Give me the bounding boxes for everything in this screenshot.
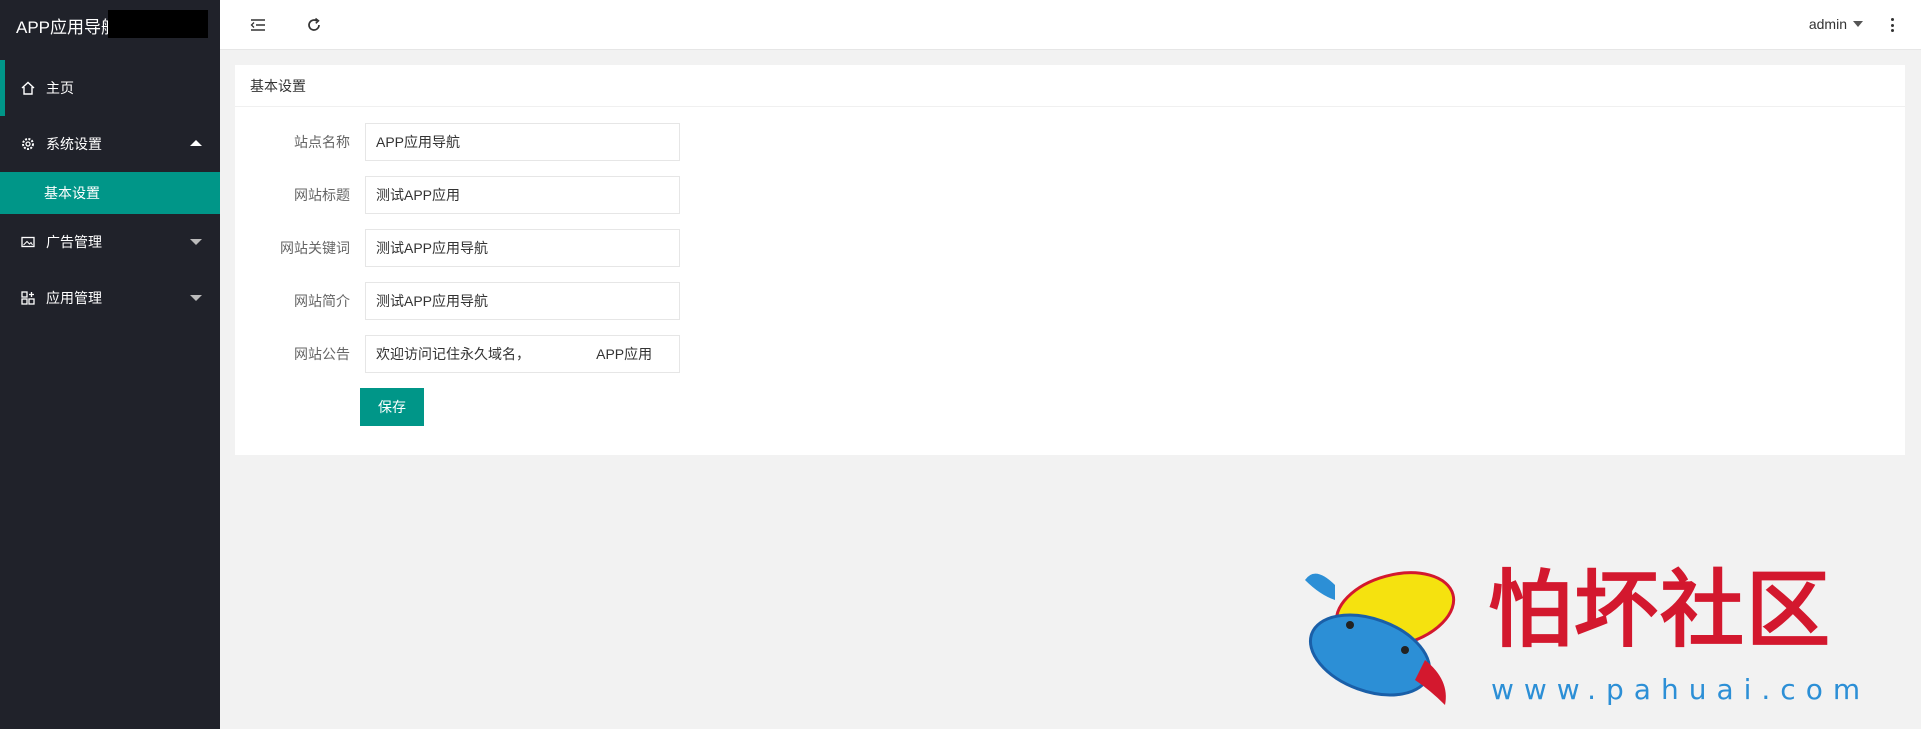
apps-icon — [20, 290, 36, 306]
save-button[interactable]: 保存 — [360, 388, 424, 426]
sidebar-item-label: 应用管理 — [46, 290, 102, 306]
chevron-up-icon — [190, 140, 202, 146]
form-row-description: 网站简介 测试APP应用导航 — [235, 281, 935, 321]
site-title-input[interactable]: 测试APP应用 — [365, 176, 680, 214]
form-row-site-title: 网站标题 测试APP应用 — [235, 175, 935, 215]
watermark-text: 怕坏社区 — [1488, 560, 1833, 659]
field-label: 网站关键词 — [280, 240, 350, 256]
notice-input[interactable]: 欢迎访问记住永久域名， APP应用 — [365, 335, 680, 373]
field-label: 网站标题 — [294, 187, 350, 203]
image-icon — [20, 234, 36, 250]
app-title: APP应用导航 — [16, 17, 119, 37]
sidebar-subitem-basic-settings[interactable]: 基本设置 — [0, 172, 220, 214]
chevron-down-icon — [190, 239, 202, 245]
site-name-input[interactable]: APP应用导航 — [365, 123, 680, 161]
sidebar-item-apps[interactable]: 应用管理 — [0, 270, 220, 326]
gear-icon — [20, 136, 36, 152]
sidebar-item-ads[interactable]: 广告管理 — [0, 214, 220, 270]
refresh-icon[interactable] — [302, 13, 326, 37]
card-title: 基本设置 — [235, 65, 1905, 107]
form-row-site-name: 站点名称 APP应用导航 — [235, 122, 935, 162]
watermark-url: www.pahuai.com — [1491, 673, 1871, 706]
sidebar: APP应用导航 主页 系统设置 基本设置 广告管理 应用管理 — [0, 0, 220, 729]
form-row-keywords: 网站关键词 测试APP应用导航 — [235, 228, 935, 268]
caret-down-icon — [1853, 21, 1863, 27]
username: admin — [1808, 16, 1847, 32]
chevron-down-icon — [190, 295, 202, 301]
field-label: 网站公告 — [294, 346, 350, 362]
sidebar-item-label: 广告管理 — [46, 234, 102, 250]
sidebar-item-label: 系统设置 — [46, 136, 102, 152]
description-input[interactable]: 测试APP应用导航 — [365, 282, 680, 320]
redacted-block — [108, 10, 208, 38]
more-vertical-icon[interactable] — [1887, 14, 1897, 36]
sidebar-subitem-label: 基本设置 — [44, 185, 100, 201]
app-logo[interactable]: APP应用导航 — [0, 0, 220, 50]
field-label: 站点名称 — [294, 134, 350, 150]
sidebar-item-system-settings[interactable]: 系统设置 — [0, 116, 220, 172]
sidebar-item-label: 主页 — [46, 80, 74, 96]
field-label: 网站简介 — [294, 293, 350, 309]
watermark: 怕坏社区 www.pahuai.com — [1295, 555, 1915, 715]
sidebar-nav: 主页 系统设置 基本设置 广告管理 应用管理 — [0, 60, 220, 326]
form-row-notice: 网站公告 欢迎访问记住永久域名， APP应用 — [235, 334, 935, 374]
fish-logo-icon — [1305, 571, 1456, 705]
menu-collapse-icon[interactable] — [246, 13, 270, 37]
sidebar-item-home[interactable]: 主页 — [0, 60, 220, 116]
keywords-input[interactable]: 测试APP应用导航 — [365, 229, 680, 267]
basic-settings-card: 基本设置 站点名称 APP应用导航 网站标题 测试APP应用 网站关键词 测试A… — [235, 65, 1905, 455]
user-menu[interactable]: admin — [1809, 16, 1863, 32]
home-icon — [20, 80, 36, 96]
top-header: admin — [220, 0, 1921, 50]
